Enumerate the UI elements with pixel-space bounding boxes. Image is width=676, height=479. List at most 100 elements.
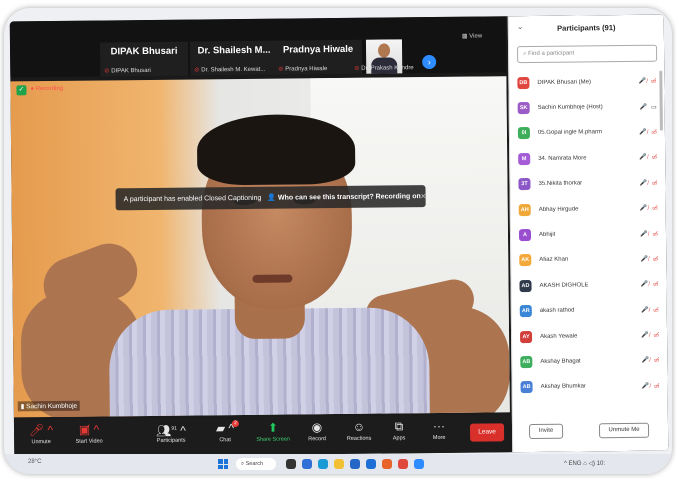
recording-indicator: ● Recording bbox=[30, 85, 64, 93]
close-icon[interactable]: × bbox=[421, 191, 426, 201]
participant-row[interactable]: AK Afiaz Khan 🎤̸ ▭̸ bbox=[519, 246, 661, 273]
leave-button[interactable]: Leave bbox=[469, 423, 505, 442]
muted-mic-video-icon: 🎤̸ ▭̸ bbox=[640, 231, 660, 238]
muted-mic-video-icon: 🎤̸ ▭̸ bbox=[639, 205, 659, 212]
participant-name: 35.Nikita thorkar bbox=[538, 180, 583, 188]
view-button[interactable]: ▦ View bbox=[462, 32, 482, 39]
avatar: 0I bbox=[517, 127, 530, 140]
next-page-button[interactable]: › bbox=[422, 54, 437, 70]
transcript-visibility-link[interactable]: 👤 Who can see this transcript? Recording… bbox=[267, 192, 420, 202]
unmute-button[interactable]: 🎤︎ ^ Unmute bbox=[18, 421, 64, 455]
participant-row[interactable]: M 34. Namrata More 🎤̸ ▭̸ bbox=[518, 145, 660, 172]
thumbnail-name: Dr. Shailesh M... bbox=[197, 44, 271, 57]
thumbnail-subtitle: ⊘ Dr. Prakash Kandre bbox=[354, 65, 414, 72]
participant-row[interactable]: AD AKASH DIGHOLE 🎤̸ ▭̸ bbox=[519, 272, 661, 299]
mail-icon[interactable] bbox=[366, 459, 376, 469]
participants-panel: ⌄ Participants (91) ⌕ Find a participant… bbox=[507, 14, 669, 453]
system-tray[interactable]: ^ ENG ⌂ ◁) 10: bbox=[564, 460, 605, 467]
participant-name: Akshay Bhagat bbox=[540, 358, 581, 365]
participant-row[interactable]: AB Akshay Bhagat 🎤̸ ▭̸ bbox=[520, 348, 662, 375]
active-speaker-video: ✓ ● Recording A participant has enabled … bbox=[10, 76, 510, 418]
share-arrow-icon: ⬆ bbox=[267, 420, 279, 435]
unmute-me-button[interactable]: Unmute Me bbox=[598, 422, 650, 439]
participant-row[interactable]: 3T 35.Nikita thorkar 🎤̸ ▭̸ bbox=[518, 170, 660, 197]
participant-thumbnail[interactable]: DIPAK Bhusari ⊘ DIPAK Bhusari bbox=[99, 41, 189, 77]
participant-name: Akash Yewale bbox=[540, 333, 578, 340]
thumbnail-name: Pradnya Hiwale bbox=[282, 43, 354, 56]
muted-mic-icon: ⊘ bbox=[354, 65, 360, 72]
shield-icon[interactable]: ✓ bbox=[16, 85, 27, 96]
record-icon: ◉ bbox=[311, 420, 323, 435]
participant-name: DIPAK Bhusari (Me) bbox=[537, 79, 592, 86]
thumbnail-subtitle: ⊘ DIPAK Bhusari bbox=[104, 67, 151, 75]
participant-row[interactable]: DB DIPAK Bhusari (Me) 🎤̸ ▭̸ bbox=[517, 69, 659, 96]
participant-name: 05.Gopal ingle M.pharm bbox=[537, 129, 603, 137]
taskbar-search[interactable]: ⌕ Search bbox=[236, 458, 276, 470]
windows-start-icon[interactable] bbox=[218, 459, 228, 469]
share-screen-button[interactable]: ⬆ Share Screen bbox=[250, 418, 296, 452]
invite-button[interactable]: Invite bbox=[528, 423, 564, 440]
screenshot-frame: DIPAK Bhusari ⊘ DIPAK Bhusari Dr. Shailes… bbox=[4, 8, 672, 474]
windows-taskbar: 28°C ⌕ Search ^ ENG ⌂ ◁) 10: bbox=[4, 454, 672, 474]
avatar: M bbox=[518, 152, 531, 165]
muted-mic-icon: ⊘ bbox=[104, 68, 110, 75]
thumbnail-subtitle: ⊘ Pradnya Hiwale bbox=[278, 66, 328, 73]
toast-message: A participant has enabled Closed Caption… bbox=[123, 194, 262, 203]
more-dots-icon: ··· bbox=[432, 418, 446, 434]
participant-name: AKASH DIGHOLE bbox=[539, 282, 589, 289]
participant-name: Abhay Hirgude bbox=[538, 206, 579, 213]
participant-thumbnail[interactable]: Dr. Shailesh M... ⊘ Dr. Shailesh M. Kewat… bbox=[189, 40, 279, 76]
muted-mic-video-icon: 🎤̸ ▭̸ bbox=[639, 155, 659, 162]
participant-row[interactable]: 0I 05.Gopal ingle M.pharm 🎤̸ ▭̸ bbox=[517, 119, 660, 146]
avatar: A bbox=[518, 229, 532, 242]
participant-name: akash rathod bbox=[539, 307, 575, 315]
muted-mic-video-icon: 🎤̸ ▭̸ bbox=[639, 129, 658, 136]
avatar: AR bbox=[519, 305, 532, 318]
avatar: AH bbox=[518, 203, 531, 216]
meeting-toolbar: 🎤︎ ^ Unmute ▣̸ ^ Start Video 👥︎91 ^ Part… bbox=[13, 414, 511, 458]
zoom-meeting-icon[interactable] bbox=[414, 459, 424, 469]
participant-name: Sachin Kumbhoje (Host) bbox=[537, 104, 603, 111]
participant-row[interactable]: A Abhijit 🎤̸ ▭̸ bbox=[518, 221, 661, 248]
muted-mic-video-icon: 🎤̸ ▭̸ bbox=[641, 332, 661, 339]
avatar: AY bbox=[520, 330, 533, 343]
participant-row[interactable]: AB Akshay Bhumkar 🎤̸ ▭̸ bbox=[520, 373, 662, 400]
avatar: 3T bbox=[518, 178, 531, 191]
participant-row[interactable]: AH Abhay Hirgude 🎤̸ ▭̸ bbox=[518, 196, 661, 223]
chat-badge: 2 bbox=[231, 420, 239, 428]
participant-row[interactable]: AR akash rathod 🎤̸ ▭̸ bbox=[519, 297, 662, 324]
muted-mic-icon: ⊘ bbox=[194, 67, 200, 74]
avatar: DB bbox=[517, 76, 530, 89]
chat-button[interactable]: ▰ ^ 2 Chat bbox=[202, 419, 248, 453]
avatar: AK bbox=[519, 254, 532, 267]
thumbnail-subtitle: ⊘ Dr. Shailesh M. Kewat... bbox=[194, 66, 266, 74]
chrome-icon[interactable] bbox=[398, 459, 408, 469]
zoom-app-icon[interactable] bbox=[302, 459, 312, 469]
more-button[interactable]: ··· More bbox=[416, 417, 462, 451]
participant-search-input[interactable]: ⌕ Find a participant bbox=[517, 44, 658, 64]
record-button[interactable]: ◉ Record bbox=[294, 418, 340, 452]
edge-browser-icon[interactable] bbox=[318, 459, 328, 469]
video-filmstrip: DIPAK Bhusari ⊘ DIPAK Bhusari Dr. Shailes… bbox=[9, 16, 507, 78]
office-app-icon[interactable] bbox=[382, 459, 392, 469]
muted-mic-video-icon: 🎤̸ ▭̸ bbox=[640, 307, 660, 314]
closed-captioning-toast: A participant has enabled Closed Caption… bbox=[115, 185, 426, 211]
muted-mic-video-icon: 🎤̸ ▭̸ bbox=[640, 281, 660, 289]
avatar: AD bbox=[519, 279, 532, 292]
zoom-meeting-window: DIPAK Bhusari ⊘ DIPAK Bhusari Dr. Shailes… bbox=[9, 14, 669, 458]
task-view-icon[interactable] bbox=[286, 459, 296, 469]
mic-video-icon: 🎤 ▭ bbox=[639, 104, 658, 111]
participant-row[interactable]: AY Akash Yewale 🎤̸ ▭̸ bbox=[520, 323, 662, 350]
weather-widget[interactable]: 28°C bbox=[28, 459, 41, 465]
participant-name: Abhijit bbox=[538, 231, 556, 238]
person-icon: 👤 bbox=[267, 194, 279, 202]
muted-mic-video-icon: 🎤̸ ▭̸ bbox=[640, 256, 660, 263]
participant-row[interactable]: SK Sachin Kumbhoje (Host) 🎤 ▭ bbox=[517, 94, 660, 121]
start-video-button[interactable]: ▣̸ ^ Start Video bbox=[66, 420, 112, 454]
participant-thumbnail[interactable]: Pradnya Hiwale ⊘ Pradnya Hiwale bbox=[273, 39, 363, 75]
file-explorer-icon[interactable] bbox=[334, 459, 344, 469]
muted-mic-video-icon: 🎤̸ ▭̸ bbox=[638, 78, 658, 86]
muted-mic-video-icon: 🎤̸ ▭̸ bbox=[641, 383, 661, 390]
store-icon[interactable] bbox=[350, 459, 360, 469]
participants-button[interactable]: 👥︎91 ^ Participants bbox=[148, 420, 194, 454]
